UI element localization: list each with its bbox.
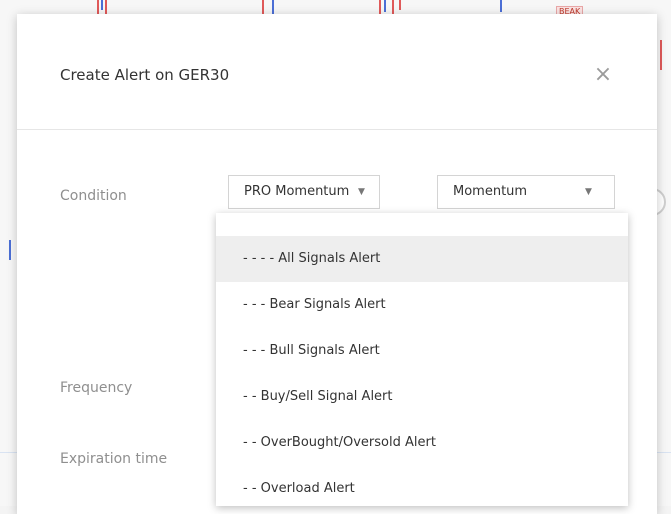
- frequency-label: Frequency: [60, 380, 133, 396]
- chart-candle: [9, 240, 11, 260]
- indicator-select-value: PRO Momentum: [244, 184, 350, 199]
- chart-candle: [379, 0, 381, 15]
- dropdown-option-overbought-oversold[interactable]: - - OverBought/Oversold Alert: [216, 420, 628, 466]
- plot-select[interactable]: Momentum ▼: [437, 175, 615, 209]
- close-icon[interactable]: ×: [590, 62, 616, 88]
- chart-candle: [500, 0, 502, 12]
- chevron-down-icon: ▼: [358, 187, 365, 197]
- chart-candle: [392, 0, 394, 15]
- dropdown-option-bull-signals[interactable]: - - - Bull Signals Alert: [216, 328, 628, 374]
- chart-candle: [105, 0, 107, 14]
- alert-condition-dropdown: - - - - All Signals Alert - - - Bear Sig…: [216, 213, 628, 506]
- chart-candle: [399, 0, 401, 10]
- chart-candle: [97, 0, 99, 14]
- chart-candle: [660, 40, 662, 70]
- dialog-title: Create Alert on GER30: [60, 66, 230, 84]
- chart-gridline: [657, 452, 671, 453]
- dropdown-option-buy-sell-signal[interactable]: - - Buy/Sell Signal Alert: [216, 374, 628, 420]
- indicator-select[interactable]: PRO Momentum ▼: [228, 175, 380, 209]
- dialog-header: Create Alert on GER30 ×: [17, 14, 657, 130]
- chevron-down-icon: ▼: [585, 187, 592, 197]
- chart-candle: [272, 0, 274, 14]
- chart-candle: [101, 0, 103, 10]
- chart-candle: [384, 0, 386, 12]
- condition-label: Condition: [60, 188, 127, 204]
- dropdown-option-overload[interactable]: - - Overload Alert: [216, 466, 628, 506]
- plot-select-value: Momentum: [453, 184, 528, 199]
- expiration-label: Expiration time: [60, 451, 168, 467]
- chart-gridline: [0, 452, 17, 453]
- dropdown-option-bear-signals[interactable]: - - - Bear Signals Alert: [216, 282, 628, 328]
- dropdown-option-all-signals[interactable]: - - - - All Signals Alert: [216, 236, 628, 282]
